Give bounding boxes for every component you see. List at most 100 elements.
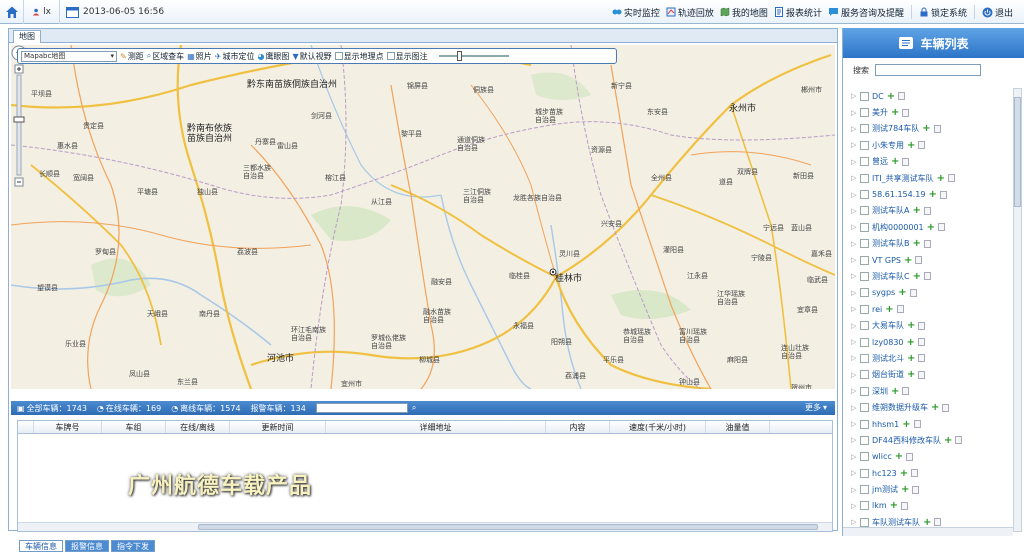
document-icon[interactable]	[912, 485, 920, 494]
add-icon[interactable]: +	[902, 419, 910, 430]
vehicle-search-field[interactable]	[875, 64, 981, 76]
group-checkbox[interactable]	[860, 353, 869, 363]
expand-arrow-icon[interactable]: ▷	[851, 387, 857, 395]
add-icon[interactable]: +	[898, 287, 906, 298]
group-checkbox[interactable]	[860, 304, 869, 314]
group-checkbox[interactable]	[860, 271, 869, 281]
scrollbar-thumb[interactable]	[198, 524, 818, 530]
group-checkbox[interactable]	[860, 321, 869, 331]
group-checkbox[interactable]	[860, 468, 869, 478]
group-checkbox[interactable]	[860, 403, 869, 413]
vehicle-group-item[interactable]: ▷ hhsm1 +	[851, 416, 1007, 432]
document-icon[interactable]	[911, 469, 919, 478]
document-icon[interactable]	[918, 354, 926, 363]
vehicle-group-item[interactable]: ▷ 测试784车队 +	[851, 121, 1007, 137]
expand-arrow-icon[interactable]: ▷	[851, 207, 857, 215]
group-checkbox[interactable]	[860, 91, 869, 101]
zoom-control[interactable]	[11, 45, 27, 195]
group-checkbox[interactable]	[860, 222, 869, 232]
alarm-vehicles-count[interactable]: 报警车辆：134	[251, 403, 306, 414]
expand-arrow-icon[interactable]: ▷	[851, 141, 857, 149]
expand-arrow-icon[interactable]: ▷	[851, 223, 857, 231]
group-checkbox[interactable]	[860, 190, 869, 200]
user-info[interactable]: lx	[24, 0, 60, 24]
slider-handle[interactable]	[456, 51, 462, 61]
vehicle-list-scrollbar[interactable]	[1013, 88, 1022, 532]
expand-arrow-icon[interactable]: ▷	[851, 158, 857, 166]
expand-arrow-icon[interactable]: ▷	[851, 469, 857, 477]
vehicle-group-item[interactable]: ▷ wlicc +	[851, 449, 1007, 465]
document-icon[interactable]	[934, 518, 942, 527]
group-checkbox[interactable]	[860, 206, 869, 216]
expand-arrow-icon[interactable]: ▷	[851, 420, 857, 428]
expand-arrow-icon[interactable]: ▷	[851, 289, 857, 297]
group-checkbox[interactable]	[860, 108, 869, 118]
opacity-slider[interactable]	[438, 51, 509, 61]
group-checkbox[interactable]	[860, 517, 869, 527]
vehicle-group-item[interactable]: ▷ 58.61.154.19 +	[851, 186, 1007, 202]
add-icon[interactable]: +	[912, 205, 920, 216]
document-icon[interactable]	[933, 124, 941, 133]
expand-arrow-icon[interactable]: ▷	[851, 92, 857, 100]
expand-arrow-icon[interactable]: ▷	[851, 256, 857, 264]
add-icon[interactable]: +	[927, 222, 935, 233]
document-icon[interactable]	[918, 321, 926, 330]
group-checkbox[interactable]	[860, 140, 869, 150]
add-icon[interactable]: +	[937, 173, 945, 184]
add-icon[interactable]: +	[907, 320, 915, 331]
home-button[interactable]	[0, 0, 24, 24]
document-icon[interactable]	[938, 223, 946, 232]
tab-command-send[interactable]: 指令下发	[111, 540, 155, 552]
expand-arrow-icon[interactable]: ▷	[851, 240, 857, 248]
expand-arrow-icon[interactable]: ▷	[851, 486, 857, 494]
add-icon[interactable]: +	[907, 353, 915, 364]
document-icon[interactable]	[923, 272, 931, 281]
vehicle-group-item[interactable]: ▷ lkm +	[851, 498, 1007, 514]
expand-arrow-icon[interactable]: ▷	[851, 109, 857, 117]
group-checkbox[interactable]	[860, 452, 869, 462]
add-icon[interactable]: +	[922, 123, 930, 134]
expand-arrow-icon[interactable]: ▷	[851, 453, 857, 461]
expand-arrow-icon[interactable]: ▷	[851, 502, 857, 510]
vehicle-group-item[interactable]: ▷ 测试北斗 +	[851, 350, 1007, 366]
vehicle-group-item[interactable]: ▷ 测试车队C +	[851, 268, 1007, 284]
vehicle-group-item[interactable]: ▷ DC +	[851, 88, 1007, 104]
scrollbar-thumb[interactable]	[1014, 97, 1021, 207]
group-checkbox[interactable]	[860, 386, 869, 396]
group-checkbox[interactable]	[860, 337, 869, 347]
document-icon[interactable]	[902, 387, 910, 396]
vehicle-group-item[interactable]: ▷ 机构0000001 +	[851, 219, 1007, 235]
column-header[interactable]: 在线/离线	[166, 421, 230, 433]
vehicle-group-item[interactable]: ▷ 深圳 +	[851, 383, 1007, 399]
expand-arrow-icon[interactable]: ▷	[851, 305, 857, 313]
eagle-eye-tool[interactable]: ◕ 鹰眼图	[257, 51, 289, 62]
group-checkbox[interactable]	[860, 124, 869, 134]
document-icon[interactable]	[918, 141, 926, 150]
default-view-tool[interactable]: ▼ 默认视野	[292, 51, 331, 62]
document-icon[interactable]	[955, 436, 963, 445]
group-checkbox[interactable]	[860, 435, 869, 445]
add-icon[interactable]: +	[891, 386, 899, 397]
vehicle-group-item[interactable]: ▷ 美升 +	[851, 104, 1007, 120]
document-icon[interactable]	[923, 206, 931, 215]
tab-vehicle-info[interactable]: 车辆信息	[19, 540, 63, 552]
add-icon[interactable]: +	[895, 451, 903, 462]
vehicle-group-item[interactable]: ▷ lzy0830 +	[851, 334, 1007, 350]
vehicle-group-item[interactable]: ▷ rei +	[851, 301, 1007, 317]
vehicle-group-item[interactable]: ▷ 烟台街道 +	[851, 367, 1007, 383]
vehicle-group-item[interactable]: ▷ jm测试 +	[851, 481, 1007, 497]
vehicle-group-item[interactable]: ▷ sygps +	[851, 285, 1007, 301]
document-icon[interactable]	[948, 174, 955, 183]
group-checkbox[interactable]	[860, 239, 869, 249]
group-checkbox[interactable]	[860, 288, 869, 298]
expand-arrow-icon[interactable]: ▷	[851, 174, 857, 182]
vehicle-list-hscrollbar[interactable]	[843, 527, 1013, 536]
nav-lock-system[interactable]: 锁定系统	[916, 6, 970, 19]
vehicle-group-item[interactable]: ▷ 大易车队 +	[851, 317, 1007, 333]
nav-service-consult[interactable]: 服务咨询及提醒	[825, 6, 907, 19]
document-icon[interactable]	[902, 157, 910, 166]
add-icon[interactable]: +	[891, 156, 899, 167]
nav-realtime-monitor[interactable]: 实时监控	[609, 6, 663, 19]
vehicle-group-item[interactable]: ▷ 曾远 +	[851, 154, 1007, 170]
group-checkbox[interactable]	[860, 255, 869, 265]
